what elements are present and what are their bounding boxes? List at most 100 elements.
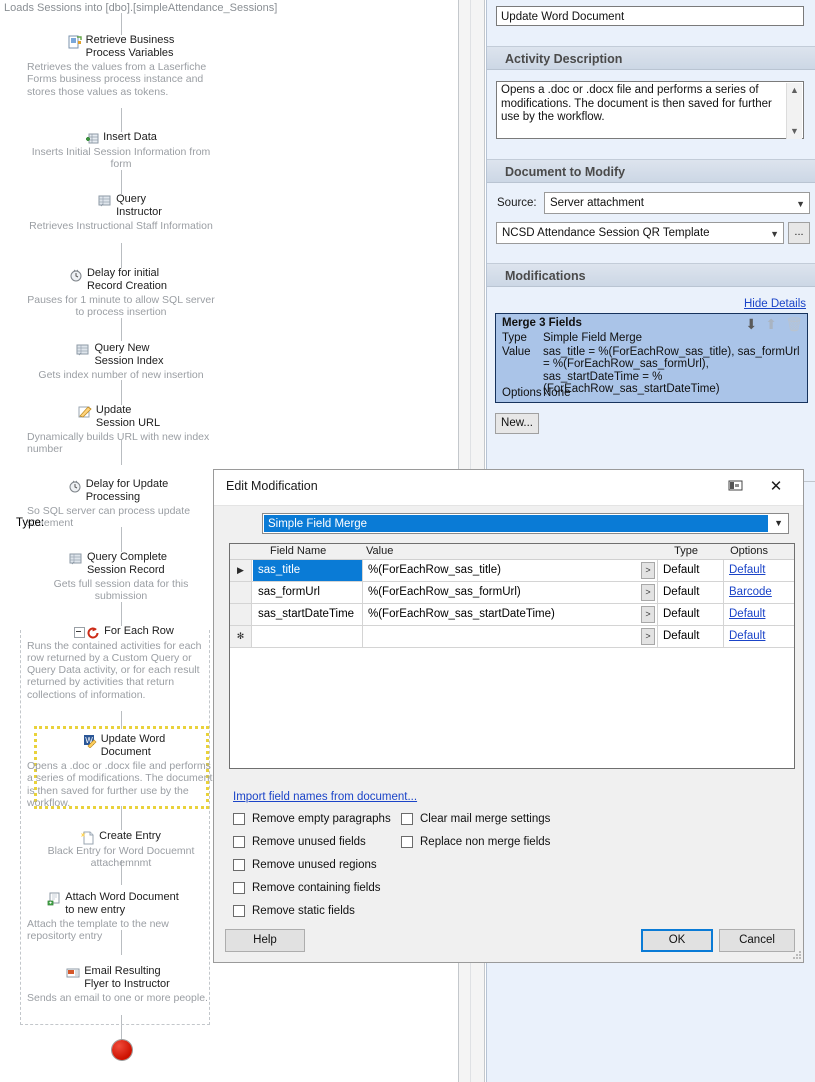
cell-type[interactable]: Default — [658, 604, 724, 625]
cell-type[interactable]: Default — [658, 582, 724, 603]
cell-value-text: %(ForEachRow_sas_title) — [368, 564, 501, 576]
browse-button[interactable]: ... — [788, 222, 810, 244]
cell-type[interactable]: Default — [658, 560, 724, 581]
cell-value[interactable]: > — [363, 626, 658, 647]
scroll-up-icon[interactable]: ▲ — [787, 83, 802, 98]
table-row-new[interactable]: ✻ > Default Default — [230, 626, 794, 648]
activity-node-update-session-url[interactable]: Update Session URL Dynamically builds URL… — [21, 404, 221, 456]
checkbox-clear-mail-merge-settings[interactable]: Clear mail merge settings — [401, 812, 550, 826]
activity-node-retrieve-business-process-variables[interactable]: Retrieve Business Process Variables Retri… — [21, 34, 221, 98]
cell-type[interactable]: Default — [658, 626, 724, 647]
activity-node-title: Query New Session Index — [76, 342, 164, 367]
import-field-names-link[interactable]: Import field names from document... — [233, 791, 417, 803]
checkbox-remove-unused-fields[interactable]: Remove unused fields — [233, 835, 366, 849]
cell-options[interactable]: Default — [724, 604, 794, 625]
document-to-modify-header: Document to Modify — [487, 159, 815, 183]
collapse-toggle-icon[interactable] — [74, 627, 86, 638]
trash-icon[interactable]: 🗑 — [785, 317, 803, 331]
token-picker-button[interactable]: > — [641, 562, 655, 579]
activity-node-create-entry[interactable]: Create Entry Black Entry for Word Docuem… — [21, 830, 221, 869]
checkbox-remove-empty-paragraphs[interactable]: Remove empty paragraphs — [233, 812, 391, 826]
options-link[interactable]: Barcode — [729, 586, 772, 598]
token-picker-button[interactable]: > — [641, 606, 655, 623]
table-row[interactable]: ▶ sas_title %(ForEachRow_sas_title) > De… — [230, 560, 794, 582]
cell-field-name[interactable] — [253, 626, 363, 647]
activity-node-email-resulting-flyer[interactable]: Email Resulting Flyer to Instructor Sends… — [21, 965, 221, 1004]
checkbox-label: Remove unused regions — [252, 859, 377, 871]
checkbox-remove-containing-fields[interactable]: Remove containing fields — [233, 881, 381, 895]
options-link[interactable]: Default — [729, 608, 765, 620]
type-select[interactable]: Simple Field Merge ▼ — [262, 513, 789, 534]
workflow-stop-node[interactable] — [112, 1040, 132, 1060]
arrow-down-icon[interactable]: ⬇ — [745, 317, 757, 331]
activity-node-query-new-session-index[interactable]: Query New Session Index Gets index number… — [21, 342, 221, 381]
activity-node-query-complete-session-record[interactable]: Query Complete Session Record Gets full s… — [21, 551, 221, 603]
activity-node-title: Query Complete Session Record — [69, 551, 167, 576]
cell-field-name[interactable]: sas_title — [253, 560, 363, 581]
activity-node-for-each-row[interactable]: For Each Row Runs the contained activiti… — [21, 625, 221, 701]
help-button[interactable]: Help — [225, 929, 305, 952]
options-link[interactable]: Default — [729, 630, 765, 642]
cell-options[interactable]: Default — [724, 560, 794, 581]
checkbox-remove-unused-regions[interactable]: Remove unused regions — [233, 858, 377, 872]
checkbox-box[interactable] — [233, 836, 245, 848]
pencil-icon — [78, 405, 92, 419]
cell-options[interactable]: Default — [724, 626, 794, 647]
activity-node-attach-word-document[interactable]: Attach Word Document to new entry Attach … — [21, 891, 221, 943]
cell-field-name[interactable]: sas_formUrl — [253, 582, 363, 603]
close-icon[interactable]: ✕ — [763, 475, 789, 499]
checkbox-box[interactable] — [233, 882, 245, 894]
activity-node-query-instructor[interactable]: Query Instructor Retrieves Instructional … — [21, 193, 221, 232]
cell-field-name[interactable]: sas_startDateTime — [253, 604, 363, 625]
activity-node-delay-initial-record-creation[interactable]: Delay for initial Record Creation Pauses … — [21, 267, 221, 319]
token-picker-button[interactable]: > — [641, 628, 655, 645]
checkbox-box[interactable] — [233, 859, 245, 871]
activity-node-title: Delay for Update Processing — [68, 478, 168, 503]
table-row[interactable]: sas_startDateTime %(ForEachRow_sas_start… — [230, 604, 794, 626]
activity-description-box[interactable]: Opens a .doc or .docx file and performs … — [496, 81, 804, 139]
cell-value[interactable]: %(ForEachRow_sas_formUrl) > — [363, 582, 658, 603]
row-marker — [230, 604, 252, 625]
dialog-title-bar[interactable]: Edit Modification ✕ — [214, 470, 803, 506]
new-modification-button[interactable]: New... — [495, 413, 539, 434]
activity-node-description: Gets full session data for this submissi… — [53, 578, 189, 603]
column-header-value: Value — [366, 545, 394, 557]
cell-value[interactable]: %(ForEachRow_sas_title) > — [363, 560, 658, 581]
source-select[interactable]: Server attachment ▼ — [544, 192, 810, 214]
options-link[interactable]: Default — [729, 564, 765, 576]
restore-window-icon[interactable] — [727, 478, 745, 494]
token-picker-button[interactable]: > — [641, 584, 655, 601]
scroll-down-icon[interactable]: ▼ — [787, 124, 802, 139]
merge-fields-grid[interactable]: Field Name Value Type Options ▶ sas_titl… — [229, 543, 795, 769]
cell-options[interactable]: Barcode — [724, 582, 794, 603]
activity-node-update-word-document[interactable]: W Update Word Document Opens a .doc or .d… — [21, 733, 221, 809]
activity-node-insert-data[interactable]: Insert Data Inserts Initial Session Info… — [21, 131, 221, 170]
query-icon — [98, 194, 112, 208]
column-header-field-name: Field Name — [270, 545, 327, 557]
checkbox-box[interactable] — [233, 905, 245, 917]
cell-value[interactable]: %(ForEachRow_sas_startDateTime) > — [363, 604, 658, 625]
ok-button[interactable]: OK — [641, 929, 713, 952]
merge-type-label: Type — [502, 332, 527, 344]
chevron-down-icon: ▼ — [774, 518, 783, 528]
table-row[interactable]: sas_formUrl %(ForEachRow_sas_formUrl) > … — [230, 582, 794, 604]
checkbox-remove-static-fields[interactable]: Remove static fields — [233, 904, 355, 918]
hide-details-link[interactable]: Hide Details — [744, 298, 806, 310]
clock-icon — [69, 268, 83, 282]
cancel-button[interactable]: Cancel — [719, 929, 795, 952]
activity-node-description: Runs the contained activities for each r… — [27, 639, 202, 701]
checkbox-replace-non-merge-fields[interactable]: Replace non merge fields — [401, 835, 550, 849]
activity-description-header: Activity Description — [487, 46, 815, 70]
checkbox-box[interactable] — [401, 813, 413, 825]
activity-node-delay-update-processing[interactable]: Delay for Update Processing So SQL server… — [21, 478, 221, 530]
activity-name-input[interactable]: Update Word Document — [496, 6, 804, 26]
activity-node-description: So SQL server can process update stateme… — [27, 505, 191, 530]
template-select[interactable]: NCSD Attendance Session QR Template ▼ — [496, 222, 784, 244]
checkbox-box[interactable] — [401, 836, 413, 848]
dialog-resize-grip[interactable] — [793, 951, 802, 960]
connector-line — [121, 13, 122, 35]
arrow-up-icon[interactable]: ⬆ — [765, 317, 777, 331]
description-scrollbar[interactable]: ▲ ▼ — [786, 83, 802, 139]
checkbox-box[interactable] — [233, 813, 245, 825]
modification-item-merge[interactable]: Merge 3 Fields ⬇ ⬆ 🗑 Type Simple Field M… — [495, 313, 808, 403]
